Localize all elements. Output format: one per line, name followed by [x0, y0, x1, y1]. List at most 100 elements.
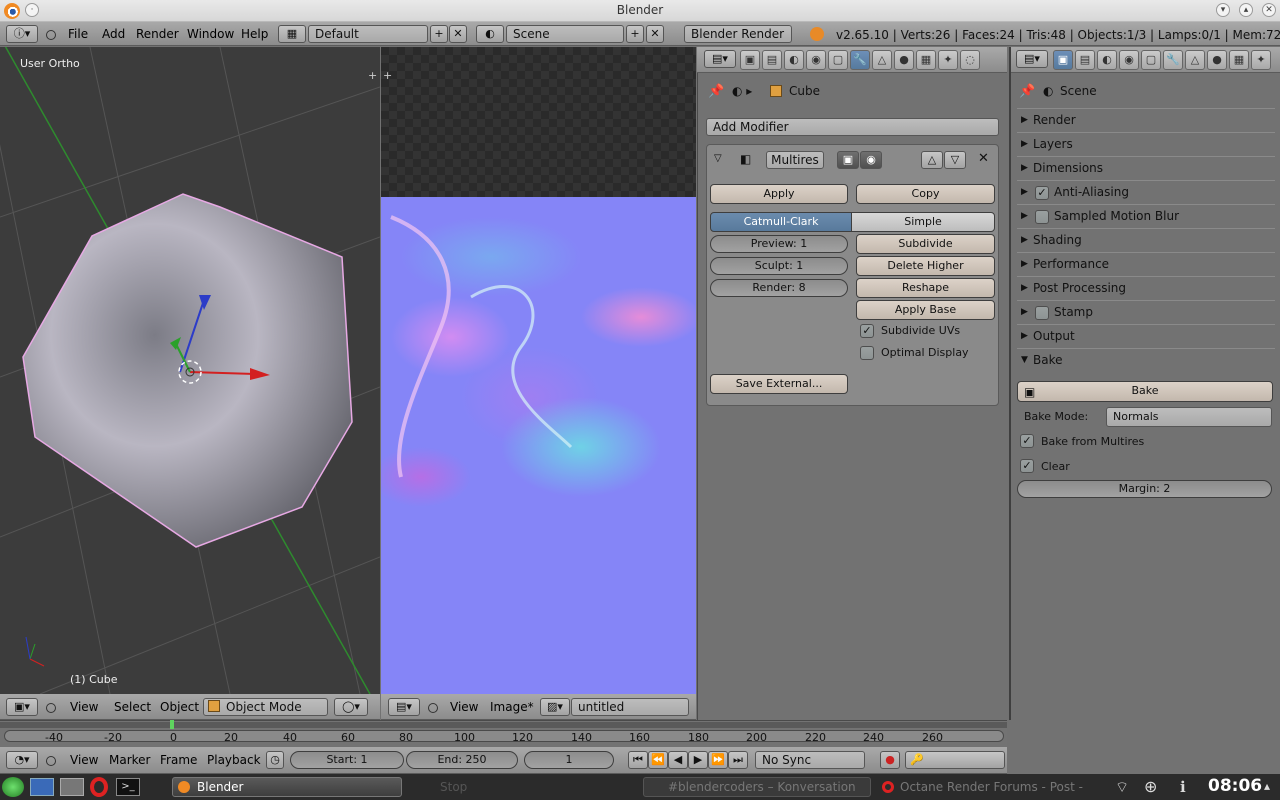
catmull-clark-toggle[interactable]: Catmull-Clark	[710, 212, 852, 232]
optimal-display-checkbox[interactable]	[860, 346, 874, 360]
viewport-shading-select[interactable]: ◯▾	[334, 698, 368, 716]
tab-constraints-icon[interactable]: 🔧	[850, 50, 870, 70]
subdivide-uvs-checkbox[interactable]: ✓	[860, 324, 874, 338]
tab-physics-icon[interactable]: ◌	[960, 50, 980, 70]
motion-blur-checkbox[interactable]	[1035, 210, 1049, 224]
task-blender[interactable]: Blender	[172, 777, 402, 797]
image-editor-corner-plus[interactable]: +	[383, 69, 392, 82]
timeline-menu-playback[interactable]: Playback	[207, 748, 261, 772]
clear-checkbox[interactable]: ✓	[1020, 459, 1034, 473]
image-name-field[interactable]: untitled	[571, 698, 689, 716]
apply-base-button[interactable]: Apply Base	[856, 300, 995, 320]
rtab-world-icon[interactable]: ◉	[1119, 50, 1139, 70]
rtab-texture-icon[interactable]: ▦	[1229, 50, 1249, 70]
timeline-menu-frame[interactable]: Frame	[160, 748, 197, 772]
layout-icon-button[interactable]: ▦	[278, 25, 306, 43]
timeline-collapse-icon[interactable]	[46, 756, 56, 766]
sculpt-levels-field[interactable]: Sculpt: 1	[710, 257, 848, 275]
task-konversation[interactable]: #blendercoders – Konversation	[643, 777, 871, 797]
remove-modifier-icon[interactable]: ✕	[978, 151, 989, 166]
preview-levels-field[interactable]: Preview: 1	[710, 235, 848, 253]
render-pin-icon[interactable]: 📌	[1019, 84, 1035, 99]
next-keyframe-icon[interactable]: ⏩	[708, 751, 728, 769]
tab-object-icon[interactable]: ▢	[828, 50, 848, 70]
reshape-button[interactable]: Reshape	[856, 278, 995, 298]
play-icon[interactable]: ▶	[688, 751, 708, 769]
image-editor[interactable]: +	[381, 47, 696, 694]
bake-from-multires-checkbox[interactable]: ✓	[1020, 434, 1034, 448]
subdivide-button[interactable]: Subdivide	[856, 234, 995, 254]
section-anti-aliasing[interactable]: ▶ ✓ Anti-Aliasing	[1017, 180, 1275, 204]
tab-particles-icon[interactable]: ✦	[938, 50, 958, 70]
image-editor-collapse-icon[interactable]	[428, 703, 438, 713]
rtab-material-icon[interactable]: ●	[1207, 50, 1227, 70]
remove-scene-button[interactable]: ✕	[646, 25, 664, 43]
viewport-menu-select[interactable]: Select	[114, 695, 151, 719]
tab-world-icon[interactable]: ◉	[806, 50, 826, 70]
start-menu-icon[interactable]	[2, 777, 24, 797]
modifier-collapse-icon[interactable]: ▽	[714, 153, 722, 164]
close-icon[interactable]: ✕	[1262, 3, 1276, 17]
section-shading[interactable]: ▶ Shading	[1017, 228, 1275, 252]
desktop-icon[interactable]	[30, 778, 54, 796]
section-bake[interactable]: ▼ Bake	[1017, 348, 1275, 372]
play-reverse-icon[interactable]: ◀	[668, 751, 688, 769]
viewport-corner-plus[interactable]: +	[368, 69, 377, 82]
menu-render[interactable]: Render	[136, 22, 179, 46]
timeline-scrollbar[interactable]	[4, 730, 1004, 742]
rtab-layers-icon[interactable]: ▤	[1075, 50, 1095, 70]
wifi-icon[interactable]: ⌔	[1115, 778, 1129, 797]
info-tray-icon[interactable]: ℹ	[1180, 778, 1186, 796]
tab-render-icon[interactable]: ▣	[740, 50, 760, 70]
move-up-button[interactable]: △	[921, 151, 943, 169]
maximize-icon[interactable]: ▴	[1239, 3, 1253, 17]
viewport-visibility-toggle[interactable]: ◉	[860, 151, 882, 169]
image-editor-type-button[interactable]: ▤▾	[388, 698, 420, 716]
task-stop[interactable]: Stop	[410, 777, 638, 797]
section-post-processing[interactable]: ▶ Post Processing	[1017, 276, 1275, 300]
viewport-collapse-icon[interactable]	[46, 703, 56, 713]
viewport-menu-view[interactable]: View	[70, 695, 98, 719]
section-render[interactable]: ▶ Render	[1017, 108, 1275, 132]
sync-mode-select[interactable]: No Sync	[755, 751, 865, 769]
add-modifier-select[interactable]: Add Modifier	[706, 118, 999, 136]
stamp-checkbox[interactable]	[1035, 306, 1049, 320]
info-editor-type-button[interactable]: ⓘ▾	[6, 25, 38, 43]
jump-start-icon[interactable]: ⏮	[628, 751, 648, 769]
timeline-editor-type-button[interactable]: ◔▾	[6, 751, 38, 769]
start-frame-field[interactable]: Start: 1	[290, 751, 404, 769]
properties-editor-type-button[interactable]: ▤▾	[704, 50, 736, 68]
tab-scene-icon[interactable]: ◐	[784, 50, 804, 70]
close-menu-button[interactable]: ·	[25, 3, 39, 17]
copy-button[interactable]: Copy	[856, 184, 995, 204]
image-menu-image[interactable]: Image*	[490, 695, 534, 719]
section-dimensions[interactable]: ▶ Dimensions	[1017, 156, 1275, 180]
task-opera-forums[interactable]: Octane Render Forums - Post -	[876, 777, 1104, 797]
keying-set-icon[interactable]: 🔑	[905, 751, 1005, 769]
add-scene-button[interactable]: +	[626, 25, 644, 43]
bake-button[interactable]: ▣ Bake	[1017, 381, 1273, 402]
tab-material-icon[interactable]: ●	[894, 50, 914, 70]
viewport-editor-type-button[interactable]: ▣▾	[6, 698, 38, 716]
render-editor-type-button[interactable]: ▤▾	[1016, 50, 1048, 68]
rtab-object-icon[interactable]: ▢	[1141, 50, 1161, 70]
render-engine-select[interactable]: Blender Render	[684, 25, 792, 43]
rtab-scene-icon[interactable]: ◐	[1097, 50, 1117, 70]
render-levels-field[interactable]: Render: 8	[710, 279, 848, 297]
record-icon[interactable]: ●	[880, 751, 900, 769]
image-browse-button[interactable]: ▨▾	[540, 698, 570, 716]
section-layers[interactable]: ▶ Layers	[1017, 132, 1275, 156]
section-stamp[interactable]: ▶ Stamp	[1017, 300, 1275, 324]
preview-range-toggle[interactable]: ◷	[266, 751, 284, 769]
tab-data-icon[interactable]: △	[872, 50, 892, 70]
section-performance[interactable]: ▶ Performance	[1017, 252, 1275, 276]
rtab-data-icon[interactable]: △	[1185, 50, 1205, 70]
save-external-button[interactable]: Save External...	[710, 374, 848, 394]
remove-layout-button[interactable]: ✕	[449, 25, 467, 43]
section-sampled-motion-blur[interactable]: ▶ Sampled Motion Blur	[1017, 204, 1275, 228]
anti-aliasing-checkbox[interactable]: ✓	[1035, 186, 1049, 200]
3d-viewport[interactable]: User Ortho (1) Cube +	[0, 47, 380, 694]
tab-texture-icon[interactable]: ▦	[916, 50, 936, 70]
bake-mode-select[interactable]: Normals	[1106, 407, 1272, 427]
menu-file[interactable]: File	[68, 22, 88, 46]
